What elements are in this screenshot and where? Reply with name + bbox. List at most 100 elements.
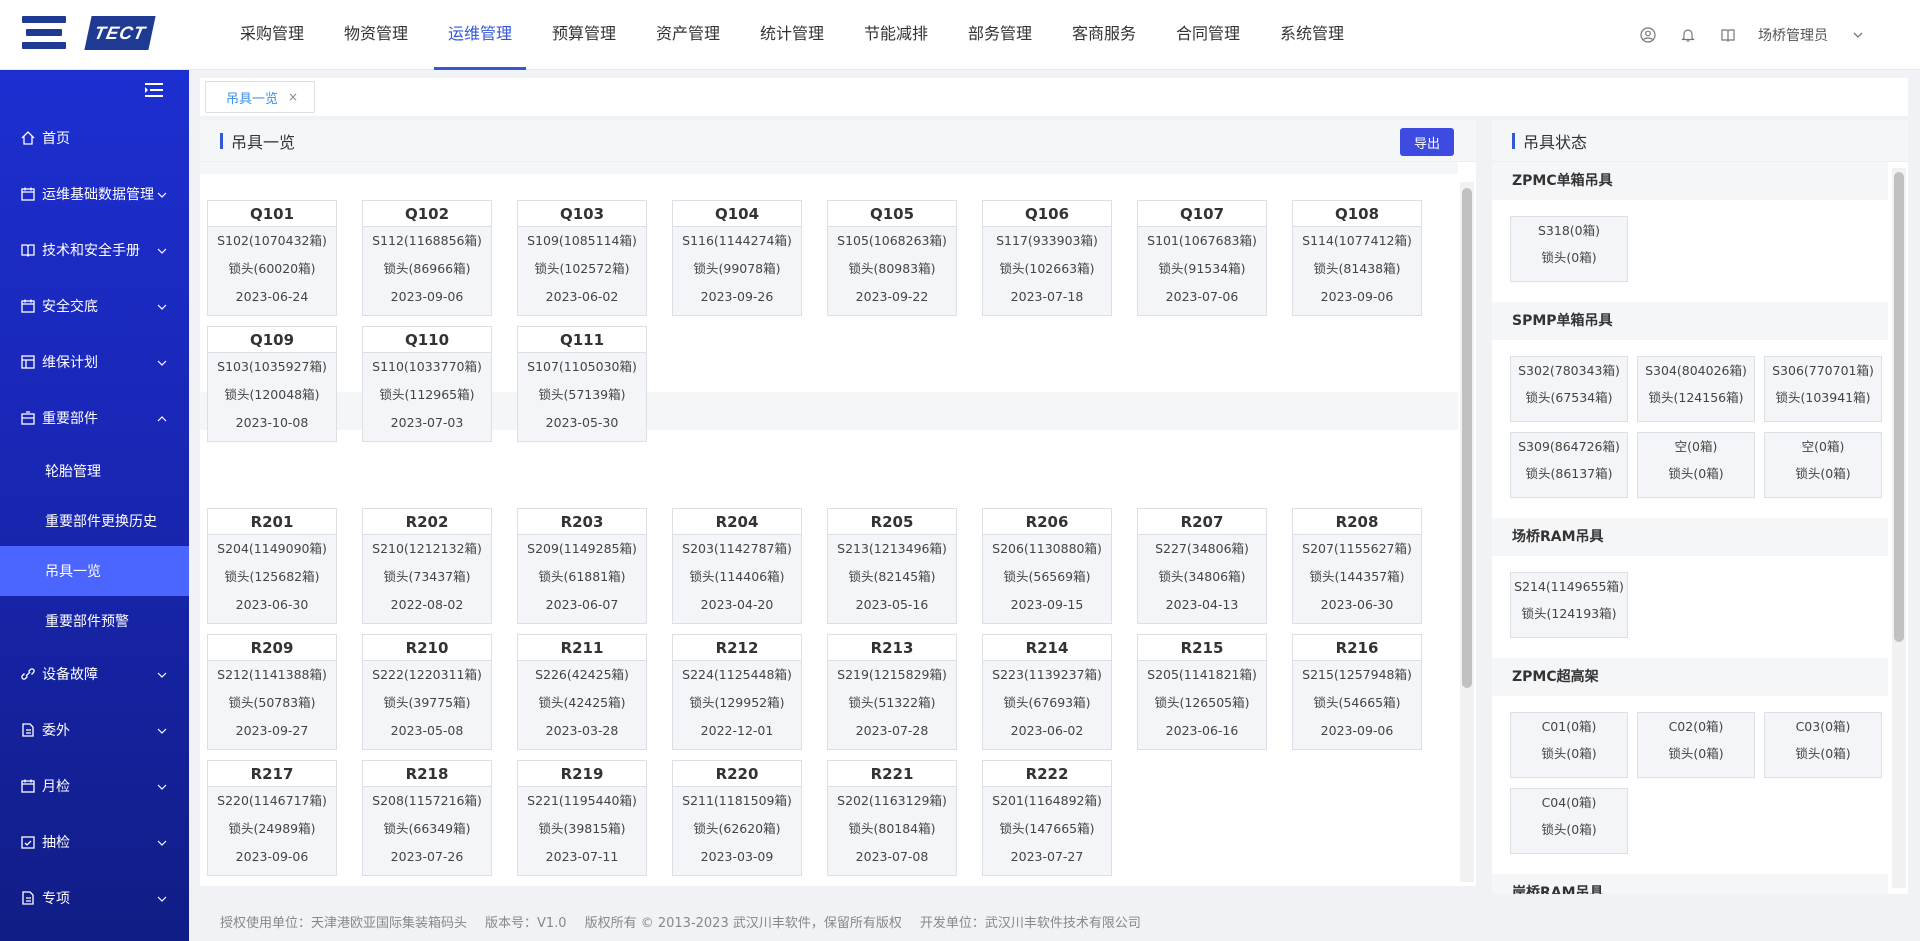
spreader-card[interactable]: R206 S206(1130880箱) 锁头(56569箱) 2023-09-15: [982, 508, 1112, 624]
spreader-card[interactable]: R219 S221(1195440箱) 锁头(39815箱) 2023-07-11: [517, 760, 647, 876]
spreader-card[interactable]: Q110 S110(1033770箱) 锁头(112965箱) 2023-07-03: [362, 326, 492, 442]
sidebar-item[interactable]: 首页: [0, 110, 189, 166]
spreader-card[interactable]: Q111 S107(1105030箱) 锁头(57139箱) 2023-05-30: [517, 326, 647, 442]
chain-icon: [20, 666, 36, 682]
sidebar-item[interactable]: 月检: [0, 758, 189, 814]
top-nav-item[interactable]: 节能减排: [844, 0, 948, 70]
status-card[interactable]: S214(1149655箱) 锁头(124193箱): [1510, 572, 1628, 638]
logo-mark-icon: [22, 14, 66, 52]
spreader-card[interactable]: R204 S203(1142787箱) 锁头(114406箱) 2023-04-20: [672, 508, 802, 624]
spreader-card[interactable]: Q105 S105(1068263箱) 锁头(80983箱) 2023-09-22: [827, 200, 957, 316]
spreader-count: S318(0箱): [1538, 223, 1600, 238]
spreader-card[interactable]: Q104 S116(1144274箱) 锁头(99078箱) 2023-09-26: [672, 200, 802, 316]
sidebar-item[interactable]: 运维基础数据管理: [0, 166, 189, 222]
sidebar-item[interactable]: 设备故障: [0, 646, 189, 702]
chevron-down-icon[interactable]: [1848, 25, 1868, 45]
tab-spreader-overview[interactable]: 吊具一览 ×: [205, 81, 316, 113]
status-card[interactable]: 空(0箱) 锁头(0箱): [1764, 432, 1882, 498]
sidebar-subitem[interactable]: 轮胎管理: [0, 446, 189, 496]
spreader-id: Q110: [363, 327, 491, 353]
top-nav-item[interactable]: 运维管理: [428, 0, 532, 70]
top-nav-item[interactable]: 系统管理: [1260, 0, 1364, 70]
sidebar-item[interactable]: 专项: [0, 870, 189, 926]
lock-count: 锁头(125682箱): [224, 569, 320, 584]
spreader-card[interactable]: R210 S222(1220311箱) 锁头(39775箱) 2023-05-08: [362, 634, 492, 750]
spreader-card[interactable]: Q107 S101(1067683箱) 锁头(91534箱) 2023-07-06: [1137, 200, 1267, 316]
close-icon[interactable]: ×: [288, 90, 298, 104]
lock-count: 锁头(124193箱): [1521, 606, 1617, 621]
status-card[interactable]: 空(0箱) 锁头(0箱): [1637, 432, 1755, 498]
status-card[interactable]: S309(864726箱) 锁头(86137箱): [1510, 432, 1628, 498]
home-icon: [20, 130, 36, 146]
status-card[interactable]: C01(0箱) 锁头(0箱): [1510, 712, 1628, 778]
spreader-card[interactable]: R221 S202(1163129箱) 锁头(80184箱) 2023-07-08: [827, 760, 957, 876]
spreader-card[interactable]: R216 S215(1257948箱) 锁头(54665箱) 2023-09-06: [1292, 634, 1422, 750]
sidebar-item[interactable]: 抽检: [0, 814, 189, 870]
status-card[interactable]: S318(0箱) 锁头(0箱): [1510, 216, 1628, 282]
spreader-card[interactable]: Q102 S112(1168856箱) 锁头(86966箱) 2023-09-06: [362, 200, 492, 316]
spreader-card[interactable]: Q103 S109(1085114箱) 锁头(102572箱) 2023-06-02: [517, 200, 647, 316]
scrollbar[interactable]: [1892, 168, 1906, 888]
sidebar-item[interactable]: 委外: [0, 702, 189, 758]
top-nav-item[interactable]: 客商服务: [1052, 0, 1156, 70]
spreader-card[interactable]: R209 S212(1141388箱) 锁头(50783箱) 2023-09-27: [207, 634, 337, 750]
top-nav-item[interactable]: 统计管理: [740, 0, 844, 70]
top-nav-item[interactable]: 采购管理: [220, 0, 324, 70]
spreader-card[interactable]: R218 S208(1157216箱) 锁头(66349箱) 2023-07-26: [362, 760, 492, 876]
top-nav-item[interactable]: 物资管理: [324, 0, 428, 70]
spreader-card[interactable]: R207 S227(34806箱) 锁头(34806箱) 2023-04-13: [1137, 508, 1267, 624]
spreader-card[interactable]: R217 S220(1146717箱) 锁头(24989箱) 2023-09-06: [207, 760, 337, 876]
lock-count: 锁头(126505箱): [1154, 695, 1250, 710]
bell-icon[interactable]: [1678, 25, 1698, 45]
status-card[interactable]: C04(0箱) 锁头(0箱): [1510, 788, 1628, 854]
book-icon[interactable]: [1718, 25, 1738, 45]
lock-count: 锁头(50783箱): [228, 695, 316, 710]
sidebar-subitem[interactable]: 重要部件更换历史: [0, 496, 189, 546]
status-card[interactable]: S304(804026箱) 锁头(124156箱): [1637, 356, 1755, 422]
spreader-card[interactable]: R213 S219(1215829箱) 锁头(51322箱) 2023-07-28: [827, 634, 957, 750]
spreader-card[interactable]: Q106 S117(933903箱) 锁头(102663箱) 2023-07-18: [982, 200, 1112, 316]
status-card[interactable]: S306(770701箱) 锁头(103941箱): [1764, 356, 1882, 422]
sidebar-subitem[interactable]: 重要部件预警: [0, 596, 189, 646]
status-card[interactable]: C03(0箱) 锁头(0箱): [1764, 712, 1882, 778]
menu-collapse-icon[interactable]: [145, 82, 163, 97]
spreader-card[interactable]: R205 S213(1213496箱) 锁头(82145箱) 2023-05-16: [827, 508, 957, 624]
export-button[interactable]: 导出: [1400, 128, 1454, 156]
spreader-card[interactable]: R211 S226(42425箱) 锁头(42425箱) 2023-03-28: [517, 634, 647, 750]
spreader-card[interactable]: Q109 S103(1035927箱) 锁头(120048箱) 2023-10-08: [207, 326, 337, 442]
spreader-card[interactable]: R208 S207(1155627箱) 锁头(144357箱) 2023-06-30: [1292, 508, 1422, 624]
spreader-card[interactable]: R222 S201(1164892箱) 锁头(147665箱) 2023-07-27: [982, 760, 1112, 876]
sidebar-item[interactable]: 维保计划: [0, 334, 189, 390]
date: 2023-09-15: [1010, 597, 1084, 612]
sidebar-item[interactable]: 技术和安全手册: [0, 222, 189, 278]
sidebar-item[interactable]: 重要部件: [0, 390, 189, 446]
spreader-card[interactable]: R215 S205(1141821箱) 锁头(126505箱) 2023-06-16: [1137, 634, 1267, 750]
section-header: SPMP单箱吊具: [1492, 302, 1888, 340]
spreader-card[interactable]: R203 S209(1149285箱) 锁头(61881箱) 2023-06-07: [517, 508, 647, 624]
spreader-card[interactable]: R214 S223(1139237箱) 锁头(67693箱) 2023-06-02: [982, 634, 1112, 750]
status-card[interactable]: S302(780343箱) 锁头(67534箱): [1510, 356, 1628, 422]
user-name[interactable]: 场桥管理员: [1758, 25, 1828, 45]
user-circle-icon[interactable]: [1638, 25, 1658, 45]
status-card[interactable]: C02(0箱) 锁头(0箱): [1637, 712, 1755, 778]
spreader-card[interactable]: R202 S210(1212132箱) 锁头(73437箱) 2022-08-02: [362, 508, 492, 624]
spreader-card[interactable]: R220 S211(1181509箱) 锁头(62620箱) 2023-03-09: [672, 760, 802, 876]
spreader-id: Q109: [208, 327, 336, 353]
top-nav-item[interactable]: 合同管理: [1156, 0, 1260, 70]
spreader-id: Q106: [983, 201, 1111, 227]
sidebar-item[interactable]: 安全交底: [0, 278, 189, 334]
top-nav-item[interactable]: 部务管理: [948, 0, 1052, 70]
spreader-count: S222(1220311箱): [372, 667, 482, 682]
spreader-card[interactable]: R212 S224(1125448箱) 锁头(129952箱) 2022-12-01: [672, 634, 802, 750]
spreader-card[interactable]: R201 S204(1149090箱) 锁头(125682箱) 2023-06-30: [207, 508, 337, 624]
top-nav: 采购管理 物资管理 运维管理 预算管理 资产管理 统计管理 节能减排 部务管理 客商服务 合同管理…: [220, 0, 1364, 70]
spreader-card[interactable]: Q108 S114(1077412箱) 锁头(81438箱) 2023-09-06: [1292, 200, 1422, 316]
top-nav-item[interactable]: 预算管理: [532, 0, 636, 70]
scrollbar[interactable]: [1460, 182, 1474, 882]
spreader-id: Q101: [208, 201, 336, 227]
top-nav-item[interactable]: 资产管理: [636, 0, 740, 70]
sidebar-subitem[interactable]: 吊具一览: [0, 546, 189, 596]
spreader-count: S109(1085114箱): [527, 233, 637, 248]
spreader-card[interactable]: Q101 S102(1070432箱) 锁头(60020箱) 2023-06-24: [207, 200, 337, 316]
spreader-count: S206(1130880箱): [992, 541, 1102, 556]
